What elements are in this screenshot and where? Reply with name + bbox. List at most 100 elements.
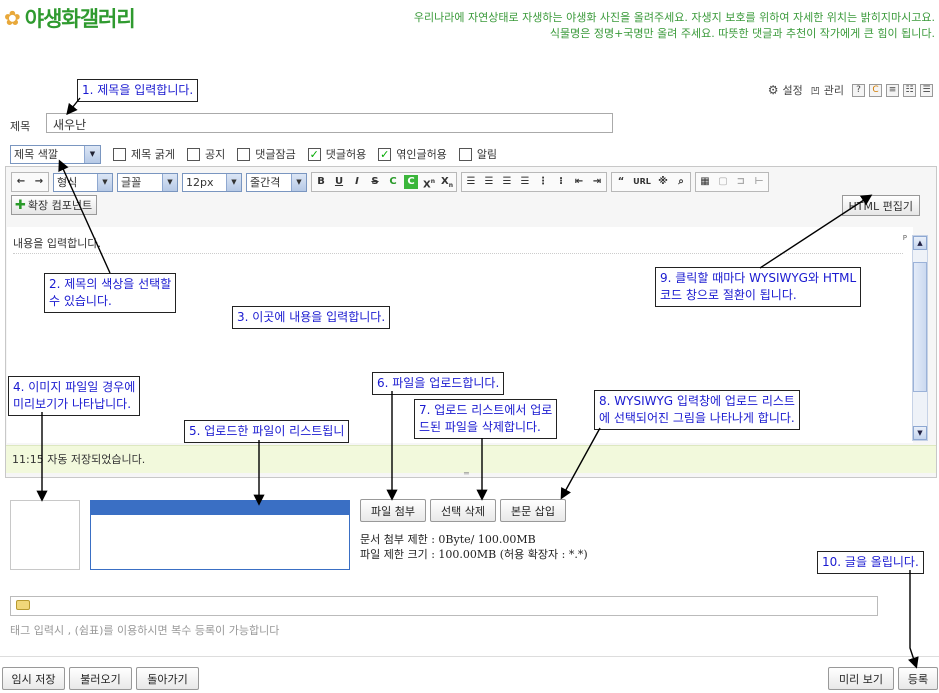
annotation-5: 5. 업로드한 파일이 리스트됩니 xyxy=(184,420,350,443)
title-label: 제목 xyxy=(10,120,31,133)
delete-selected-button[interactable]: 선택 삭제 xyxy=(430,499,496,522)
align-group: ☰ ☰ ☰ ☰ ⋮ ⁝ ⇤ ⇥ xyxy=(461,172,607,192)
table-merge-icon: ⊐ xyxy=(736,176,746,187)
indent-icon[interactable]: ⇥ xyxy=(588,173,606,191)
annotation-4: 4. 이미지 파일일 경우에 미리보기가 나타납니다. xyxy=(8,376,141,416)
subscript-button[interactable]: Xn xyxy=(438,173,456,191)
file-list-selection[interactable] xyxy=(91,501,349,515)
logo[interactable]: ✿ 야생화갤러리 xyxy=(4,4,136,32)
text-format-group: B U I S C C Xn Xn xyxy=(311,172,457,192)
header-notice: 우리나라에 자연상태로 자생하는 야생화 사진을 올려주세요. 자생지 보호를 … xyxy=(414,10,935,42)
ordered-list-icon[interactable]: ⋮ xyxy=(534,173,552,191)
annotation-8: 8. WYSIWYG 입력창에 업로드 리스트 에 선택되어진 그림을 나타나게… xyxy=(594,390,800,430)
chevron-down-icon: ▼ xyxy=(97,173,112,191)
annotation-3: 3. 이곳에 내용을 입력합니다. xyxy=(232,306,391,329)
quote-icon[interactable]: “ xyxy=(612,173,630,191)
checkbox[interactable] xyxy=(237,147,251,161)
font-select[interactable]: 글꼴 ▼ xyxy=(117,172,178,192)
undo-redo-group: ← → xyxy=(11,172,49,192)
preview-button[interactable]: 미리 보기 xyxy=(828,667,894,690)
tag-input[interactable] xyxy=(10,596,878,616)
format-select[interactable]: 형식 ▼ xyxy=(53,172,113,192)
submit-button[interactable]: 등록 xyxy=(898,667,938,690)
upload-limits: 문서 첨부 제한 : 0Byte/ 100.00MB 파일 제한 크기 : 10… xyxy=(360,532,588,562)
option-bold[interactable]: 제목 굵게 xyxy=(113,146,175,162)
manage-link[interactable]: 관리 xyxy=(824,82,844,98)
checkbox[interactable] xyxy=(113,147,126,161)
redo-icon[interactable]: → xyxy=(30,173,48,191)
undo-icon[interactable]: ← xyxy=(12,173,30,191)
manage-icon[interactable]: 凹 xyxy=(811,84,820,97)
back-button[interactable]: 돌아가기 xyxy=(136,667,199,690)
option-allow-comment[interactable]: ✓ 댓글허용 xyxy=(307,146,366,162)
plus-icon: ✚ xyxy=(15,197,26,213)
scroll-down-icon[interactable]: ▼ xyxy=(913,426,927,440)
html-editor-button[interactable]: HTML 편집기 xyxy=(841,195,920,216)
font-color-button[interactable]: C xyxy=(384,173,402,191)
title-color-select[interactable]: 제목 색깔 ▼ xyxy=(10,144,101,164)
annotation-7: 7. 업로드 리스트에서 업로 드된 파일을 삭제합니다. xyxy=(414,399,558,439)
gear-icon[interactable]: ⚙ xyxy=(768,83,779,97)
checkbox[interactable] xyxy=(186,147,200,161)
align-center-icon[interactable]: ☰ xyxy=(480,173,498,191)
temp-save-button[interactable]: 임시 저장 xyxy=(2,667,65,690)
chevron-down-icon: ▼ xyxy=(162,173,177,191)
tag-hint: 태그 입력시 , (쉼표)를 이용하시면 복수 등록이 가능합니다 xyxy=(10,624,280,637)
background-color-button[interactable]: C xyxy=(404,175,418,189)
checkbox[interactable] xyxy=(458,147,472,161)
settings-link[interactable]: 설정 xyxy=(782,82,802,98)
options-row: 제목 색깔 ▼ 제목 굵게 공지 댓글잠금 ✓ 댓글허용 ✓ 엮인글허용 알림 xyxy=(10,144,497,164)
extend-component-button[interactable]: ✚ 확장 컴포넌트 xyxy=(11,195,98,215)
resize-grip-icon[interactable]: ═ xyxy=(464,469,469,478)
url-button[interactable]: URL xyxy=(630,173,654,191)
file-size-limit: 파일 제한 크기 : 100.00MB (허용 확장자 : *.*) xyxy=(360,548,588,561)
search-icon[interactable]: ⌕ xyxy=(672,173,690,191)
image-preview xyxy=(10,500,80,570)
detail-view-icon[interactable]: ☰ xyxy=(920,83,933,97)
paragraph-marker: P xyxy=(902,234,907,242)
annotation-2: 2. 제목의 색상을 선택할 수 있습니다. xyxy=(44,273,177,313)
outdent-icon[interactable]: ⇤ xyxy=(570,173,588,191)
scrollbar-thumb[interactable] xyxy=(913,262,927,392)
superscript-button[interactable]: Xn xyxy=(420,173,438,191)
line-height-select[interactable]: 줄간격 ▼ xyxy=(246,172,307,192)
list-view-icon[interactable]: ≡ xyxy=(886,83,899,97)
unordered-list-icon[interactable]: ⁝ xyxy=(552,173,570,191)
scroll-up-icon[interactable]: ▲ xyxy=(913,236,927,250)
special-char-icon[interactable]: ※ xyxy=(654,173,672,191)
title-input[interactable]: 새우난 xyxy=(46,113,613,133)
font-size-select[interactable]: 12px ▼ xyxy=(182,172,242,192)
title-color-value: 제목 색깔 xyxy=(14,148,58,161)
option-allow-trackback[interactable]: ✓ 엮인글허용 xyxy=(378,146,447,162)
align-left-icon[interactable]: ☰ xyxy=(462,173,480,191)
help-icon[interactable]: ? xyxy=(852,83,865,97)
align-right-icon[interactable]: ☰ xyxy=(498,173,516,191)
annotation-9: 9. 클릭할 때마다 WYSIWYG와 HTML 코드 창으로 절환이 됩니다. xyxy=(655,267,862,307)
editor-toolbar: ← → 형식 ▼ 글꼴 ▼ 12px ▼ 줄간격 ▼ B U I S C C Xn Xn… xyxy=(11,172,773,192)
tag-icon xyxy=(16,600,30,610)
insert-group: “ URL ※ ⌕ xyxy=(611,172,691,192)
attach-file-button[interactable]: 파일 첨부 xyxy=(360,499,426,522)
underline-button[interactable]: U xyxy=(330,173,348,191)
italic-button[interactable]: I xyxy=(348,173,366,191)
notice-line-1: 우리나라에 자연상태로 자생하는 야생화 사진을 올려주세요. 자생지 보호를 … xyxy=(413,11,935,24)
option-notice[interactable]: 공지 xyxy=(186,146,225,162)
file-list[interactable] xyxy=(90,500,350,570)
table-cell-icon: ▢ xyxy=(718,176,728,187)
insert-into-body-button[interactable]: 본문 삽입 xyxy=(500,499,566,522)
table-group: ▦ ▢ ⊐ ⊢ xyxy=(695,172,769,192)
checkbox-checked[interactable]: ✓ xyxy=(378,147,392,161)
option-notify[interactable]: 알림 xyxy=(458,146,497,162)
align-justify-icon[interactable]: ☰ xyxy=(516,173,534,191)
content-scrollbar[interactable]: ▲ ▼ xyxy=(912,235,928,441)
checkbox-checked[interactable]: ✓ xyxy=(307,147,321,161)
option-comment-lock[interactable]: 댓글잠금 xyxy=(237,146,296,162)
table-icon[interactable]: ▦ xyxy=(696,173,714,191)
comment-icon[interactable]: C xyxy=(869,83,882,97)
grid-view-icon[interactable]: ☷ xyxy=(903,83,916,97)
table-split-icon: ⊢ xyxy=(754,176,764,187)
strike-button[interactable]: S xyxy=(366,173,384,191)
bold-button[interactable]: B xyxy=(312,173,330,191)
arrow-10 xyxy=(908,570,919,669)
load-button[interactable]: 불러오기 xyxy=(69,667,132,690)
